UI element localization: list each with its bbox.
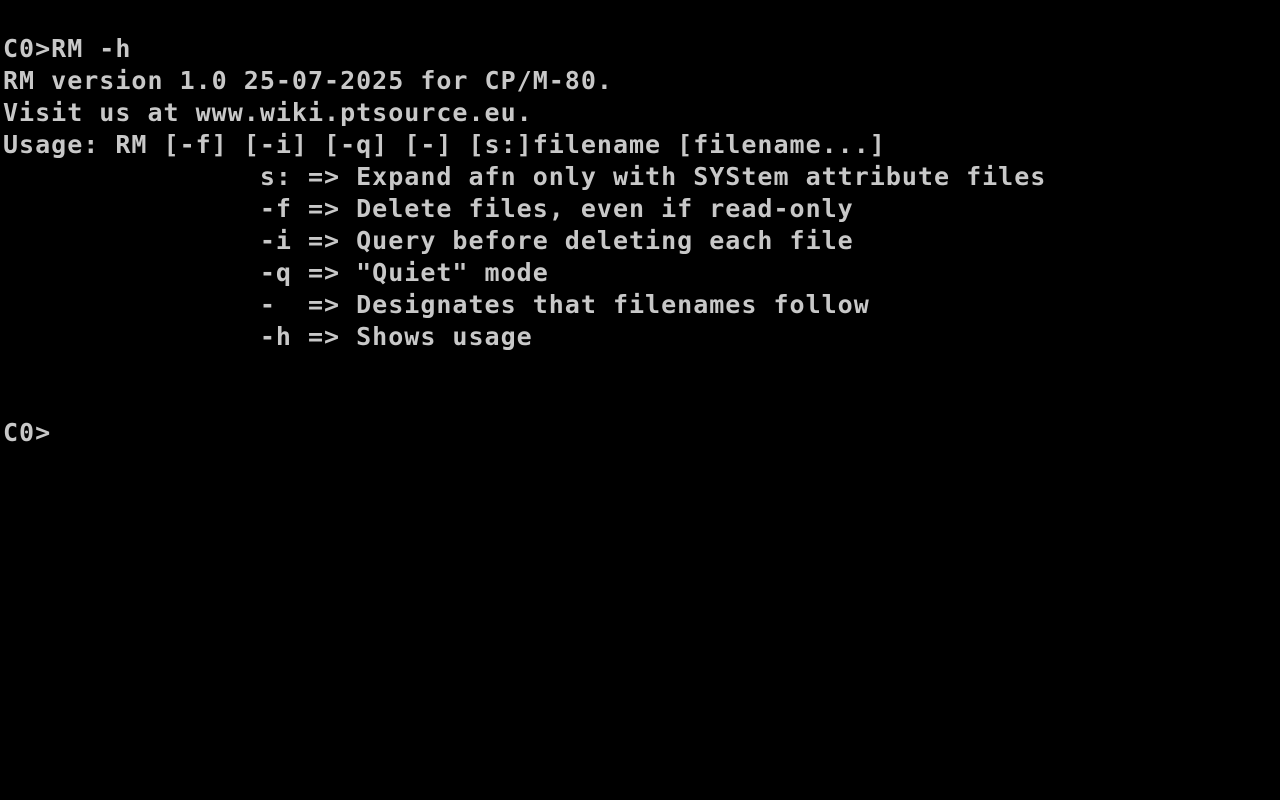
cursor	[51, 445, 66, 449]
command-prompt-line[interactable]: C0>	[3, 417, 66, 449]
usage-line: Usage: RM [-f] [-i] [-q] [-] [s:]filenam…	[3, 130, 886, 159]
website-line: Visit us at www.wiki.ptsource.eu.	[3, 98, 533, 127]
version-line: RM version 1.0 25-07-2025 for CP/M-80.	[3, 66, 613, 95]
option-i-line: -i => Query before deleting each file	[3, 226, 854, 255]
option-h-line: -h => Shows usage	[3, 322, 533, 351]
option-f-line: -f => Delete files, even if read-only	[3, 194, 854, 223]
prompt-text: C0>	[3, 418, 52, 447]
option-q-line: -q => "Quiet" mode	[3, 258, 549, 287]
option-dash-line: - => Designates that filenames follow	[3, 290, 870, 319]
option-s-line: s: => Expand afn only with SYStem attrib…	[3, 162, 1047, 191]
terminal-screen[interactable]: C0>RM -h RM version 1.0 25-07-2025 for C…	[0, 0, 1280, 800]
command-echo-line: C0>RM -h	[3, 34, 132, 63]
